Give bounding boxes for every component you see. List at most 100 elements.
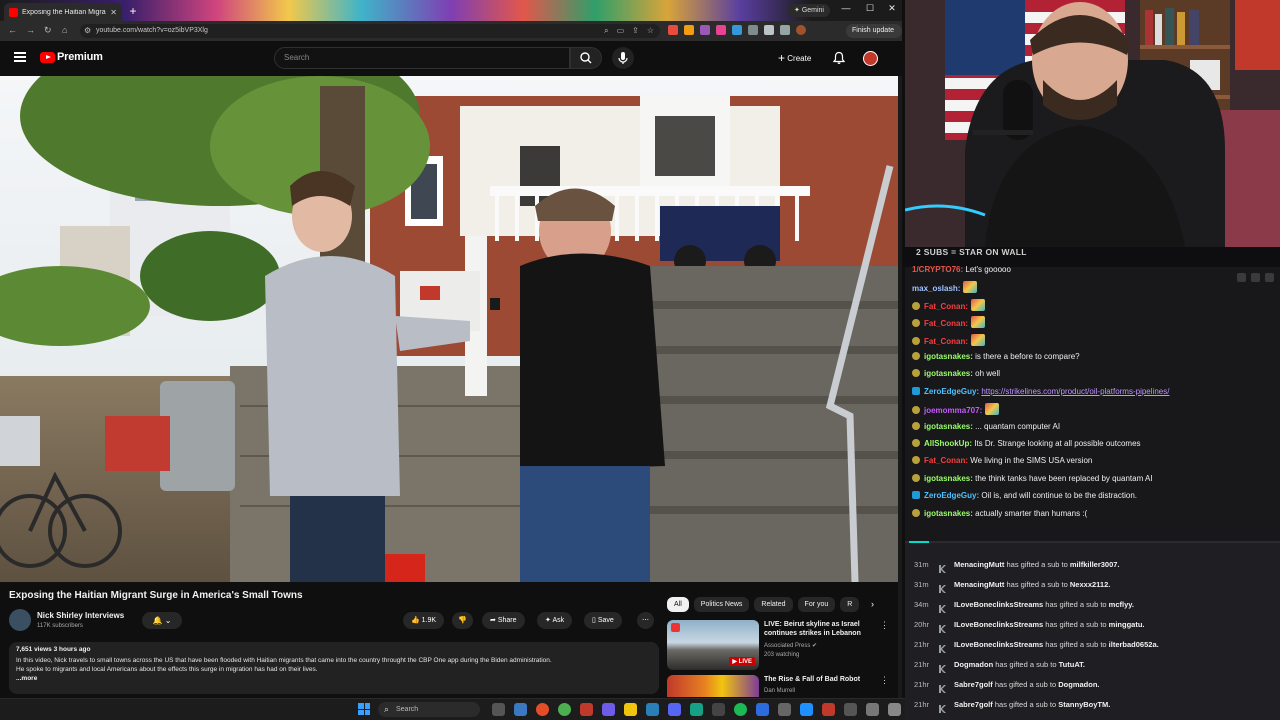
chat-username[interactable]: ZeroEdgeGuy:: [924, 387, 979, 396]
show-more-link[interactable]: ...more: [16, 675, 652, 682]
app-icon[interactable]: [888, 703, 901, 716]
discord-icon[interactable]: [668, 703, 681, 716]
app-icon[interactable]: [800, 703, 813, 716]
app-icon[interactable]: [646, 703, 659, 716]
app-icon[interactable]: [844, 703, 857, 716]
gemini-button[interactable]: ✦ Gemini: [788, 4, 830, 17]
maximize-icon[interactable]: ☐: [860, 3, 880, 14]
reload-icon[interactable]: ↻: [44, 25, 52, 36]
chip-all[interactable]: All: [667, 597, 689, 612]
event-gifter[interactable]: Sabre7golf: [954, 700, 993, 709]
spotify-icon[interactable]: [734, 703, 747, 716]
popout-icon[interactable]: [1265, 273, 1274, 282]
app-icon[interactable]: [778, 703, 791, 716]
more-vertical-icon[interactable]: ⋮: [880, 675, 889, 686]
bookmark-star-icon[interactable]: ☆: [647, 26, 654, 36]
chat-username[interactable]: igotasnakes:: [924, 474, 973, 483]
minimize-icon[interactable]: —: [836, 3, 856, 13]
recommended-video[interactable]: The Rise & Fall of Bad Robot Dan Murrell…: [667, 675, 889, 697]
chrome-icon[interactable]: [536, 703, 549, 716]
save-button[interactable]: ▯ Save: [584, 612, 622, 629]
chat-username[interactable]: Fat_Conan:: [924, 456, 968, 465]
chat-username[interactable]: Fat_Conan:: [924, 337, 968, 346]
event-recipient[interactable]: mcflyy.: [1109, 600, 1134, 609]
chat-username[interactable]: Fat_Conan:: [924, 319, 968, 328]
chat-username[interactable]: AllShookUp:: [924, 439, 972, 448]
event-gifter[interactable]: MenacingMutt: [954, 560, 1004, 569]
voice-search-button[interactable]: [612, 47, 634, 69]
extension-icon[interactable]: [700, 25, 710, 35]
taskbar-search[interactable]: Search: [378, 702, 480, 717]
extension-icon[interactable]: [668, 25, 678, 35]
event-gifter[interactable]: Sabre7golf: [954, 680, 993, 689]
chat-username[interactable]: igotasnakes:: [924, 352, 973, 361]
ask-button[interactable]: ✦ Ask: [537, 612, 573, 629]
app-icon[interactable]: [602, 703, 615, 716]
task-view-icon[interactable]: [492, 703, 505, 716]
channel-name[interactable]: Nick Shirley Interviews: [37, 611, 124, 620]
share-button[interactable]: ➦ Share: [482, 612, 525, 629]
zoom-icon[interactable]: ⌕: [604, 26, 608, 36]
event-recipient[interactable]: Nexxx2112.: [1070, 580, 1110, 589]
chip-politics-news[interactable]: Politics News: [693, 597, 750, 612]
profile-avatar[interactable]: [796, 25, 806, 35]
create-button[interactable]: + Create: [770, 49, 819, 67]
windows-start-icon[interactable]: [358, 703, 370, 715]
chrome-profile-icon[interactable]: [558, 703, 571, 716]
event-recipient[interactable]: Dogmadon.: [1058, 680, 1099, 689]
chat-username[interactable]: max_oslash:: [912, 284, 960, 293]
chat-link[interactable]: https://strikelines.com/product/oil-plat…: [981, 387, 1169, 396]
youtube-logo-icon[interactable]: [40, 52, 55, 63]
chat-username[interactable]: igotasnakes:: [924, 422, 973, 431]
search-button[interactable]: [570, 47, 602, 69]
pin-icon[interactable]: [1237, 273, 1246, 282]
share-page-icon[interactable]: ⇪: [632, 26, 639, 36]
close-window-icon[interactable]: ✕: [882, 3, 902, 14]
extension-icon[interactable]: [716, 25, 726, 35]
extension-icon[interactable]: [764, 25, 774, 35]
event-recipient[interactable]: TutuAT.: [1059, 660, 1085, 669]
app-icon[interactable]: [866, 703, 879, 716]
account-avatar[interactable]: [863, 51, 878, 66]
event-gifter[interactable]: Dogmadon: [954, 660, 993, 669]
event-recipient[interactable]: milfkiller3007.: [1070, 560, 1120, 569]
description-box[interactable]: 7,651 views 3 hours ago In this video, N…: [9, 642, 659, 694]
chip-related[interactable]: Related: [754, 597, 793, 612]
finish-update-button[interactable]: Finish update ⋮: [846, 24, 902, 48]
more-vertical-icon[interactable]: ⋮: [880, 620, 889, 631]
home-icon[interactable]: ⌂: [62, 25, 67, 35]
edge-icon[interactable]: [514, 703, 527, 716]
extension-icon[interactable]: [732, 25, 742, 35]
browser-tab-active[interactable]: Exposing the Haitian Migrant S ✕: [4, 3, 122, 21]
page-scrollbar[interactable]: [898, 76, 902, 698]
video-player[interactable]: [0, 76, 898, 582]
chip-for-you[interactable]: For you: [797, 597, 836, 612]
chevron-right-icon[interactable]: ›: [871, 599, 874, 609]
chat-username[interactable]: igotasnakes:: [924, 509, 973, 518]
event-gifter[interactable]: ILoveBoneclinksStreams: [954, 620, 1043, 629]
address-bar[interactable]: ⚙ youtube.com/watch?v=oz5ibVP3Xlg ⌕ ▭ ⇪ …: [80, 24, 660, 38]
recommended-title[interactable]: The Rise & Fall of Bad Robot: [764, 675, 876, 684]
app-icon[interactable]: [690, 703, 703, 716]
search-input[interactable]: Search: [274, 47, 570, 69]
recommended-video[interactable]: ▶ LIVE LIVE: Beirut skyline as Israel co…: [667, 620, 889, 672]
event-recipient[interactable]: minggatu.: [1109, 620, 1145, 629]
cast-icon[interactable]: ▭: [617, 26, 625, 36]
forward-icon[interactable]: →: [26, 25, 35, 35]
event-gifter[interactable]: ILoveBoneclinksStreams: [954, 640, 1043, 649]
back-icon[interactable]: ←: [8, 25, 17, 35]
more-actions-button[interactable]: ⋯: [637, 612, 654, 629]
event-recipient[interactable]: ilterbad0652a.: [1109, 640, 1159, 649]
event-gifter[interactable]: ILoveBoneclinksStreams: [954, 600, 1043, 609]
app-icon[interactable]: [712, 703, 725, 716]
settings-icon[interactable]: [1251, 273, 1260, 282]
app-icon[interactable]: [756, 703, 769, 716]
chip-recently-uploaded[interactable]: R: [840, 597, 860, 612]
file-explorer-icon[interactable]: [624, 703, 637, 716]
site-info-icon[interactable]: ⚙: [84, 26, 91, 35]
video-thumbnail[interactable]: [667, 675, 759, 697]
channel-avatar[interactable]: [9, 609, 31, 631]
event-gifter[interactable]: MenacingMutt: [954, 580, 1004, 589]
subscribed-notifications-button[interactable]: 🔔 ⌄: [142, 612, 182, 629]
app-icon[interactable]: [822, 703, 835, 716]
